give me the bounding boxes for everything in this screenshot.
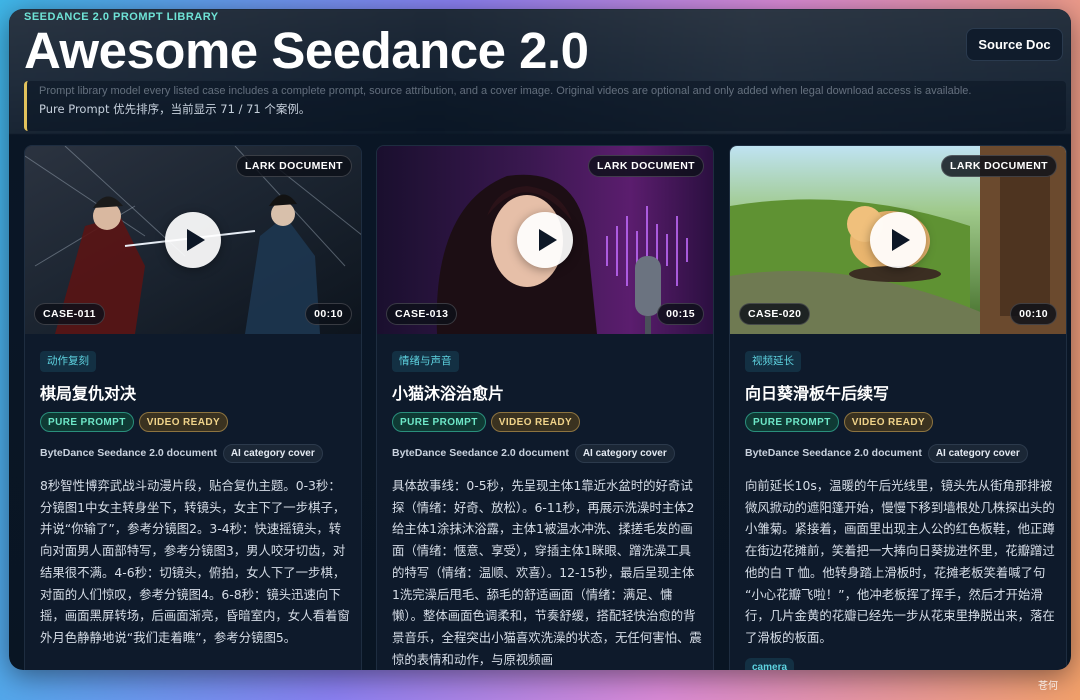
duration-badge: 00:10 <box>305 303 352 325</box>
camera-tag[interactable]: camera <box>745 658 795 670</box>
status-pills: PURE PROMPT VIDEO READY <box>40 412 350 432</box>
card-body: 情绪与声音 小猫沐浴治愈片 PURE PROMPT VIDEO READY By… <box>392 349 702 670</box>
cover-type-badge: AI category cover <box>222 443 323 463</box>
cover-image[interactable]: LARK DOCUMENT CASE-013 00:15 <box>377 146 713 334</box>
duration-badge: 00:10 <box>1010 303 1057 325</box>
notice-count-line: Pure Prompt 优先排序，当前显示 71 / 71 个案例。 <box>39 102 311 116</box>
cover-type-badge: AI category cover <box>927 443 1028 463</box>
video-ready-pill: VIDEO READY <box>138 412 229 432</box>
case-card[interactable]: LARK DOCUMENT CASE-013 00:15 情绪与声音 小猫沐浴治… <box>376 145 714 670</box>
card-body: 视频延长 向日葵滑板午后续写 PURE PROMPT VIDEO READY B… <box>745 349 1055 649</box>
pure-prompt-pill: PURE PROMPT <box>392 412 486 432</box>
case-card[interactable]: LARK DOCUMENT CASE-020 00:10 视频延长 向日葵滑板午… <box>729 145 1067 670</box>
status-pills: PURE PROMPT VIDEO READY <box>745 412 1055 432</box>
play-button[interactable] <box>165 212 221 268</box>
source-attribution: ByteDance Seedance 2.0 document <box>392 447 569 459</box>
case-title: 棋局复仇对决 <box>40 384 137 403</box>
document-badge: LARK DOCUMENT <box>236 155 352 177</box>
source-meta: ByteDance Seedance 2.0 document AI categ… <box>392 443 702 463</box>
card-body: 动作复刻 棋局复仇对决 PURE PROMPT VIDEO READY Byte… <box>40 349 350 649</box>
play-button[interactable] <box>870 212 926 268</box>
source-meta: ByteDance Seedance 2.0 document AI categ… <box>745 443 1055 463</box>
source-doc-button[interactable]: Source Doc <box>966 28 1063 61</box>
pure-prompt-pill: PURE PROMPT <box>40 412 134 432</box>
source-meta: ByteDance Seedance 2.0 document AI categ… <box>40 443 350 463</box>
source-attribution: ByteDance Seedance 2.0 document <box>745 447 922 459</box>
watermark-text: 苍何 <box>1038 681 1058 692</box>
play-icon <box>538 229 557 251</box>
cover-type-badge: AI category cover <box>574 443 675 463</box>
prompt-text: 具体故事线：0-5秒，先呈现主体1靠近水盆时的好奇试探（情绪：好奇、放松）。6-… <box>392 478 702 667</box>
prompt-text: 8秒智性博弈武战斗动漫片段，贴合复仇主题。0-3秒：分镜图1中女主转身坐下，转镜… <box>40 478 350 645</box>
info-notice: Prompt library model every listed case i… <box>24 81 1066 131</box>
cover-image[interactable]: LARK DOCUMENT CASE-011 00:10 <box>25 146 361 334</box>
video-ready-pill: VIDEO READY <box>490 412 581 432</box>
play-icon <box>891 229 910 251</box>
status-pills: PURE PROMPT VIDEO READY <box>392 412 702 432</box>
document-badge: LARK DOCUMENT <box>588 155 704 177</box>
notice-line-1: Prompt library model every listed case i… <box>39 85 972 97</box>
play-icon <box>186 229 205 251</box>
play-button[interactable] <box>517 212 573 268</box>
category-tag[interactable]: 情绪与声音 <box>392 351 459 372</box>
case-id-badge: CASE-013 <box>386 303 458 325</box>
case-id-badge: CASE-011 <box>34 303 105 325</box>
prompt-text: 向前延长10s，温暖的午后光线里，镜头先从街角那排被微风掀动的遮阳篷开始，慢慢下… <box>745 478 1055 645</box>
category-tag[interactable]: 动作复刻 <box>40 351 96 372</box>
case-title: 向日葵滑板午后续写 <box>745 384 890 403</box>
source-attribution: ByteDance Seedance 2.0 document <box>40 447 217 459</box>
cover-image[interactable]: LARK DOCUMENT CASE-020 00:10 <box>730 146 1066 334</box>
case-id-badge: CASE-020 <box>739 303 811 325</box>
duration-badge: 00:15 <box>657 303 704 325</box>
page-title: Awesome Seedance 2.0 <box>24 22 589 79</box>
category-tag[interactable]: 视频延长 <box>745 351 801 372</box>
case-title: 小猫沐浴治愈片 <box>392 384 505 403</box>
case-card[interactable]: LARK DOCUMENT CASE-011 00:10 动作复刻 棋局复仇对决… <box>24 145 362 670</box>
app-window: SEEDANCE 2.0 PROMPT LIBRARY Awesome Seed… <box>9 9 1071 670</box>
document-badge: LARK DOCUMENT <box>941 155 1057 177</box>
video-ready-pill: VIDEO READY <box>843 412 934 432</box>
pure-prompt-pill: PURE PROMPT <box>745 412 839 432</box>
